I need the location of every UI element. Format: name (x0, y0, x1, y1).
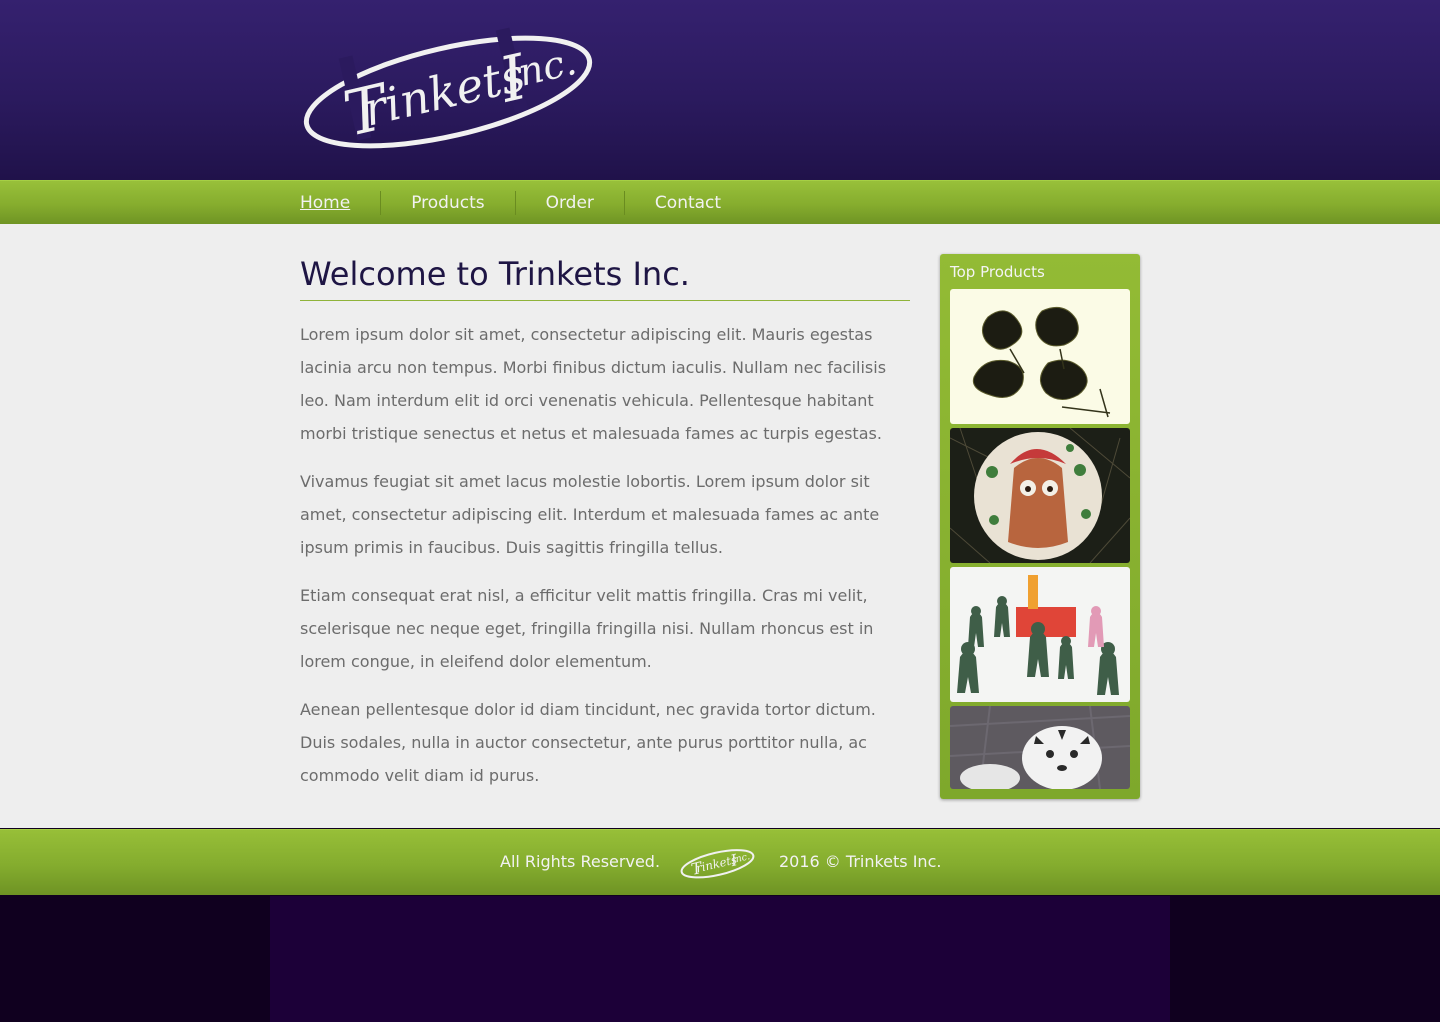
product-thumbnail-tiger-plush[interactable] (950, 706, 1130, 789)
nav-link-order[interactable]: Order (514, 191, 624, 215)
top-products-sidebar: Top Products (940, 254, 1140, 799)
product-thumbnail-dried-flowers[interactable] (950, 289, 1130, 424)
footer-copyright-text: 2016 © Trinkets Inc. (779, 852, 942, 871)
page-title: Welcome to Trinkets Inc. (300, 254, 910, 301)
nav-link-products[interactable]: Products (380, 191, 514, 215)
paragraph-2: Vivamus feugiat sit amet lacus molestie … (300, 472, 880, 557)
product-thumbnail-ornament-ball[interactable] (950, 428, 1130, 563)
bottom-background-panel (270, 896, 1170, 1022)
paragraph-4: Aenean pellentesque dolor id diam tincid… (300, 700, 876, 785)
main-article: Welcome to Trinkets Inc. Lorem ipsum dol… (300, 254, 915, 792)
nav-link-home[interactable]: Home (300, 191, 380, 215)
footer-rights-text: All Rights Reserved. (500, 852, 661, 871)
paragraph-1: Lorem ipsum dolor sit amet, consectetur … (300, 325, 887, 443)
trinkets-logo[interactable]: T rinkets I nc. (300, 26, 600, 152)
content-area: Welcome to Trinkets Inc. Lorem ipsum dol… (0, 224, 1440, 828)
site-header: T rinkets I nc. (0, 0, 1440, 180)
nav-link-contact[interactable]: Contact (623, 191, 751, 215)
paragraph-3: Etiam consequat erat nisl, a efficitur v… (300, 586, 874, 671)
site-footer: All Rights Reserved. T rinkets I nc. 201… (0, 829, 1440, 895)
footer-logo[interactable]: T rinkets I nc. (680, 847, 756, 879)
main-navigation: Home Products Order Contact (0, 180, 1440, 224)
product-thumbnail-toy-soldiers[interactable] (950, 567, 1130, 702)
sidebar-title: Top Products (950, 263, 1045, 281)
